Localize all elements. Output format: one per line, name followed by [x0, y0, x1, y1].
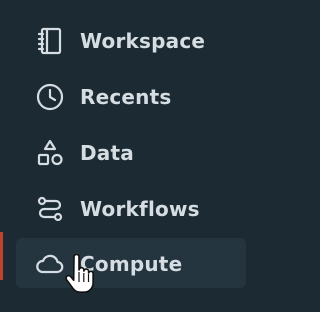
sidebar-item-workflows[interactable]: Workflows — [16, 183, 246, 233]
notebook-icon — [34, 25, 66, 57]
shapes-icon — [34, 137, 66, 169]
sidebar-item-compute[interactable]: Compute — [16, 238, 246, 288]
pointer-hand-cursor — [64, 254, 96, 294]
sidebar-item-label: Data — [80, 141, 134, 165]
clock-icon — [34, 81, 66, 113]
sidebar-item-label: Workspace — [80, 29, 206, 53]
sidebar-item-label: Recents — [80, 85, 172, 109]
workflow-icon — [34, 193, 66, 225]
sidebar-item-label: Workflows — [80, 197, 200, 221]
active-edge-indicator — [0, 232, 3, 280]
cloud-icon — [34, 248, 66, 280]
sidebar-item-data[interactable]: Data — [16, 127, 246, 177]
sidebar-item-recents[interactable]: Recents — [16, 71, 246, 121]
sidebar-item-workspace[interactable]: Workspace — [16, 15, 246, 65]
sidebar-nav: Workspace Recents Data Workflows Compute — [0, 0, 258, 312]
